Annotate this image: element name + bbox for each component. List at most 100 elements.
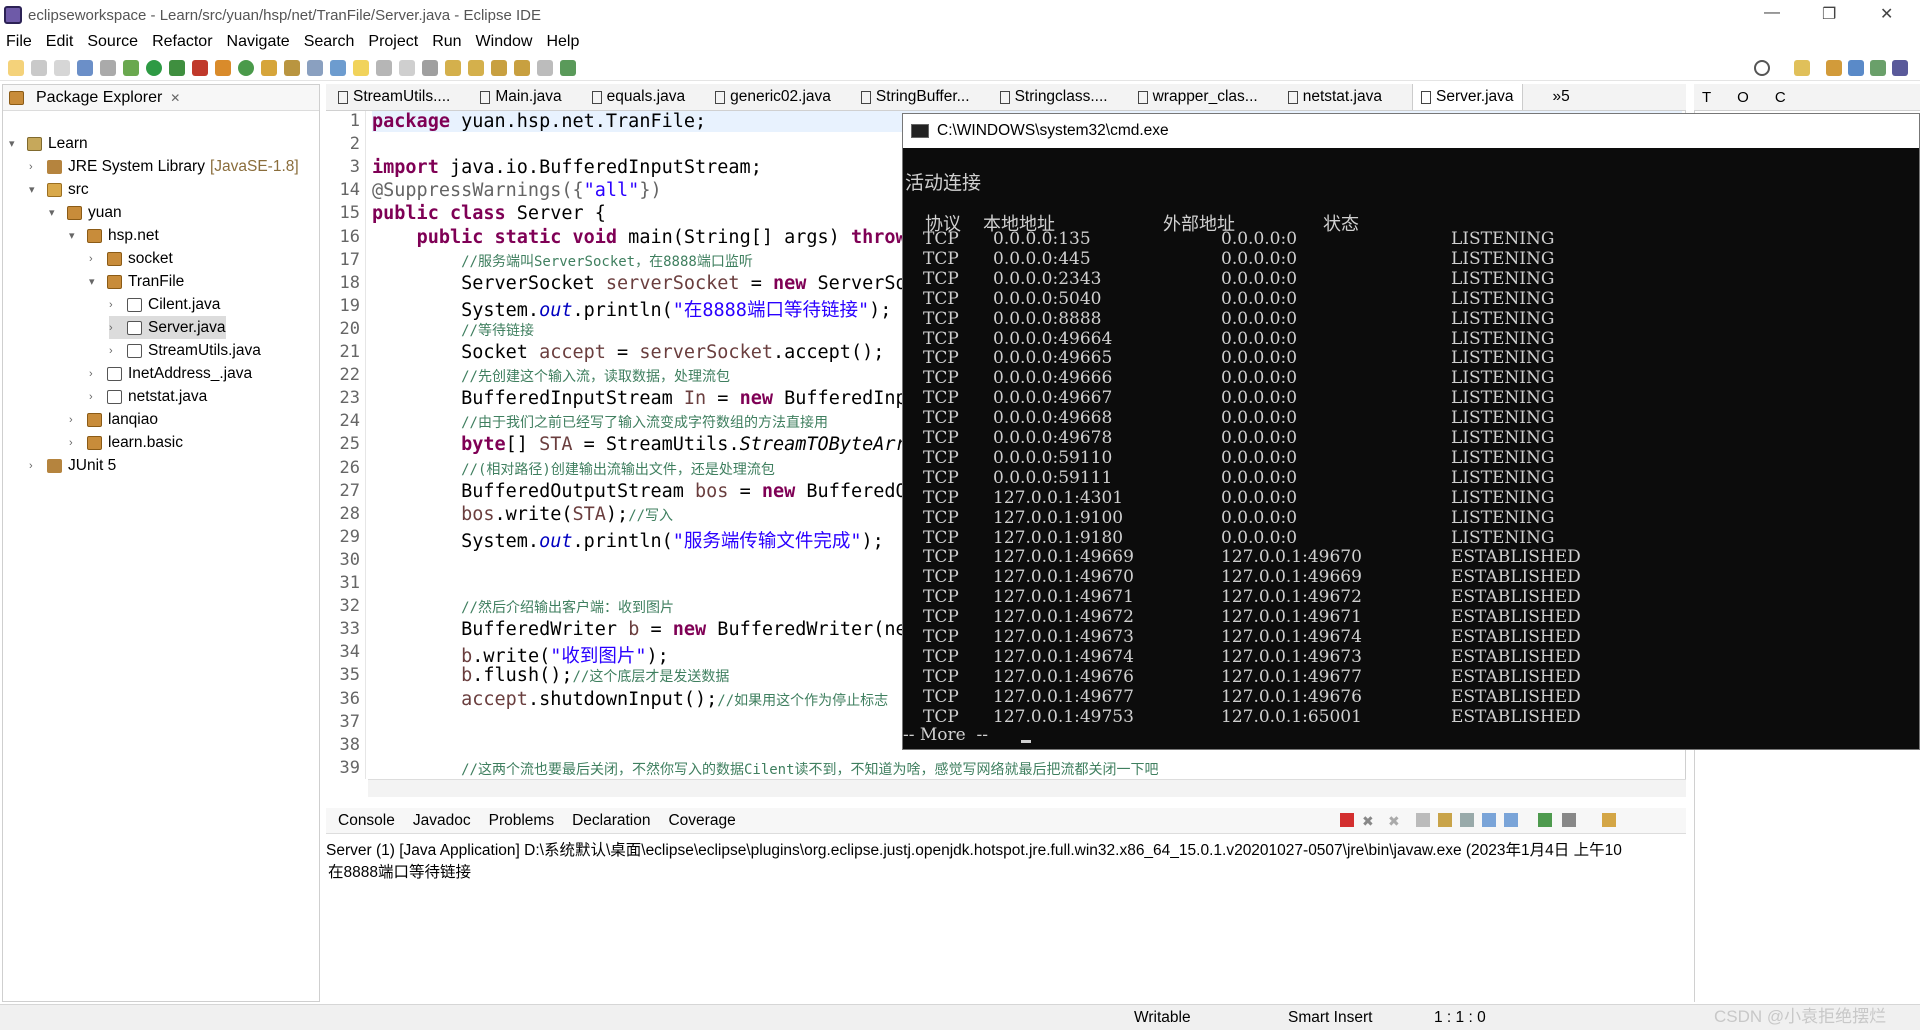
pilcrow-icon[interactable] (422, 59, 438, 76)
display-console-icon[interactable] (1562, 813, 1576, 827)
tree-item[interactable]: ▾ Learn (9, 132, 88, 155)
menu-search[interactable]: Search (304, 33, 355, 51)
terminate-icon[interactable] (1340, 813, 1354, 827)
new-class-icon[interactable] (238, 59, 254, 76)
tree-item[interactable]: › netstat.java (89, 385, 207, 408)
package-explorer-tab[interactable]: Package Explorer (36, 89, 162, 107)
save-all-icon[interactable] (54, 59, 70, 76)
expand-toggle-icon[interactable]: › (109, 299, 121, 311)
tree-item[interactable]: › learn.basic (69, 431, 183, 454)
tab-declaration[interactable]: Declaration (572, 812, 650, 830)
tree-item[interactable]: › lanqiao (69, 408, 158, 431)
run-icon[interactable] (146, 59, 162, 76)
close-icon[interactable]: ✕ (1880, 4, 1893, 24)
editor-tab[interactable]: Main.java (480, 88, 562, 106)
tab-overflow[interactable]: »5 (1553, 88, 1570, 106)
search-toolbar-icon[interactable] (307, 59, 323, 76)
tree-item[interactable]: ▾ TranFile (89, 270, 184, 293)
tree-item[interactable]: ▾ yuan (49, 201, 122, 224)
tree-item[interactable]: ▾ src (29, 178, 89, 201)
expand-toggle-icon[interactable]: › (29, 161, 41, 173)
close-tab-icon[interactable]: ✕ (170, 91, 180, 105)
expand-toggle-icon[interactable]: › (89, 368, 101, 380)
show-console-stdout-icon[interactable] (1482, 813, 1496, 827)
expand-toggle-icon[interactable]: › (89, 253, 101, 265)
search-icon[interactable] (1754, 59, 1770, 76)
menu-help[interactable]: Help (546, 33, 579, 51)
debug-perspective-icon[interactable] (1870, 59, 1886, 76)
expand-toggle-icon[interactable]: › (69, 414, 81, 426)
toggle-mark-icon[interactable] (330, 59, 346, 76)
menu-source[interactable]: Source (87, 33, 138, 51)
menu-run[interactable]: Run (432, 33, 461, 51)
git-perspective-icon[interactable] (1892, 59, 1908, 76)
expand-toggle-icon[interactable]: ▾ (9, 137, 21, 150)
tree-item[interactable]: › JRE System Library [JavaSE-1.8] (29, 155, 299, 178)
next-annotation-icon[interactable] (445, 59, 461, 76)
java-perspective-icon[interactable] (1848, 59, 1864, 76)
tab-coverage[interactable]: Coverage (668, 812, 735, 830)
menu-project[interactable]: Project (368, 33, 418, 51)
tab-outline[interactable]: O (1737, 89, 1749, 106)
tree-item[interactable]: ▾ hsp.net (69, 224, 159, 247)
tree-item[interactable]: › Server.java (109, 316, 226, 339)
expand-toggle-icon[interactable]: › (69, 437, 81, 449)
tab-console-view[interactable]: C (1775, 89, 1786, 106)
tree-item[interactable]: › InetAddress_.java (89, 362, 252, 385)
external-tools-icon[interactable] (192, 59, 208, 76)
tab-console[interactable]: Console (338, 812, 395, 830)
forward-icon[interactable] (537, 59, 553, 76)
tab-type-hierarchy[interactable]: T (1702, 89, 1711, 106)
tree-item[interactable]: › Cilent.java (109, 293, 220, 316)
expand-toggle-icon[interactable]: ▾ (29, 183, 41, 196)
expand-toggle-icon[interactable]: ▾ (89, 275, 101, 288)
new-java-project-icon[interactable] (215, 59, 231, 76)
last-edit-icon[interactable] (491, 59, 507, 76)
tree-item[interactable]: › StreamUtils.java (109, 339, 261, 362)
block-selection-icon[interactable] (399, 59, 415, 76)
minimize-icon[interactable]: — (1764, 4, 1780, 22)
editor-tab[interactable]: equals.java (591, 88, 685, 106)
show-whitespace-icon[interactable] (376, 59, 392, 76)
show-console-stderr-icon[interactable] (1504, 813, 1518, 827)
menu-navigate[interactable]: Navigate (227, 33, 290, 51)
debug-icon[interactable] (123, 59, 139, 76)
editor-tab[interactable]: StringBuffer... (860, 88, 970, 106)
open-type-icon[interactable] (261, 59, 277, 76)
editor-tab[interactable]: netstat.java (1287, 88, 1382, 106)
tab-problems[interactable]: Problems (489, 812, 554, 830)
editor-tab[interactable]: Server.java (1411, 84, 1523, 110)
editor-tab[interactable]: Stringclass.... (999, 88, 1108, 106)
tab-javadoc[interactable]: Javadoc (413, 812, 471, 830)
java-ee-perspective-icon[interactable] (1826, 59, 1842, 76)
scroll-lock-icon[interactable] (1438, 813, 1452, 827)
terminal-icon[interactable] (77, 59, 93, 76)
expand-toggle-icon[interactable]: › (109, 345, 121, 357)
expand-toggle-icon[interactable]: ▾ (49, 206, 61, 219)
editor-tab[interactable]: wrapper_clas... (1137, 88, 1258, 106)
expand-toggle-icon[interactable]: ▾ (69, 229, 81, 242)
expand-toggle-icon[interactable]: › (29, 460, 41, 472)
maximize-icon[interactable]: ❐ (1822, 4, 1836, 24)
editor-tab[interactable]: generic02.java (715, 88, 831, 106)
open-task-icon[interactable] (284, 59, 300, 76)
menu-edit[interactable]: Edit (46, 33, 74, 51)
back-icon[interactable] (514, 59, 530, 76)
clear-console-icon[interactable] (1416, 813, 1430, 827)
editor-tab[interactable]: StreamUtils.... (338, 88, 450, 106)
menu-window[interactable]: Window (476, 33, 533, 51)
coverage-icon[interactable] (169, 59, 185, 76)
expand-toggle-icon[interactable]: › (89, 391, 101, 403)
remove-all-icon[interactable]: ✖ (1388, 813, 1402, 829)
menu-refactor[interactable]: Refactor (152, 33, 212, 51)
pin-console-icon[interactable] (1538, 813, 1552, 827)
cmd-window[interactable]: C:\WINDOWS\system32\cmd.exe 活动连接 协议 本地地址… (902, 113, 1920, 750)
expand-toggle-icon[interactable]: › (109, 322, 121, 334)
new-icon[interactable] (8, 59, 24, 76)
pin-editor-icon[interactable] (560, 59, 576, 76)
tree-item[interactable]: › socket (89, 247, 173, 270)
editor-horizontal-scrollbar[interactable] (368, 779, 1686, 797)
open-perspective-icon[interactable] (1794, 59, 1810, 76)
skip-breakpoints-icon[interactable] (100, 59, 116, 76)
menu-file[interactable]: File (6, 33, 32, 51)
